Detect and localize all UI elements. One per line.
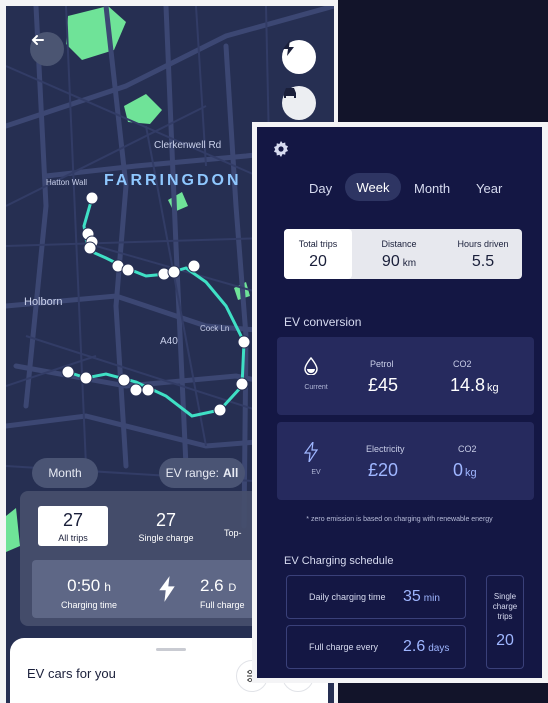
current-conversion-card: Current Petrol £45 CO2 14.8 kg	[277, 337, 534, 415]
ev-conversion-title: EV conversion	[284, 315, 362, 329]
street-label: Holborn	[24, 296, 63, 308]
charging-time-value: 0:50	[67, 576, 101, 595]
ev-co2-unit: kg	[465, 467, 477, 479]
full-charge-every-label: Full charge every	[309, 642, 379, 652]
daily-charging-value: 35	[403, 588, 421, 605]
tab-week[interactable]: Week	[345, 173, 401, 201]
ev-range-value: All	[223, 466, 239, 480]
distance-cell: Distance 90 km	[356, 229, 442, 279]
daily-charging-unit: min	[423, 593, 440, 604]
ev-range-pill[interactable]: EV range: All	[159, 458, 245, 488]
hours-value: 5.5	[471, 253, 495, 270]
gear-icon	[274, 141, 288, 157]
electricity-label: Electricity	[366, 444, 405, 454]
full-charge-unit: D	[228, 582, 237, 594]
daily-charging-box: Daily charging time 35 min	[286, 575, 466, 619]
street-label: Clerkenwell Rd	[154, 140, 222, 151]
bolt-icon	[158, 576, 176, 609]
all-trips-value: 27	[62, 510, 84, 530]
tab-day[interactable]: Day	[309, 181, 332, 196]
park-area	[6, 508, 20, 552]
current-co2-unit: kg	[487, 382, 499, 394]
all-trips-label: All trips	[58, 533, 88, 543]
charging-time: 0:50 h Charging time	[44, 576, 134, 610]
full-charge-label: Full charge	[200, 600, 245, 610]
ev-range-label: EV range:	[165, 466, 220, 480]
single-trips-value: 20	[496, 632, 514, 649]
current-tag: Current	[304, 384, 328, 391]
full-charge-value: 2.6	[200, 576, 224, 595]
fuel-drop-icon	[304, 357, 318, 375]
settings-button[interactable]	[273, 141, 289, 162]
street-label: A40	[160, 336, 178, 347]
single-charge-tab[interactable]: 27 Single charge	[116, 506, 216, 546]
tab-year[interactable]: Year	[476, 181, 502, 196]
park-area	[168, 192, 188, 212]
distance-value: 90	[381, 253, 400, 270]
current-co2-value: 14.8	[450, 375, 486, 395]
single-charge-value: 27	[155, 510, 177, 530]
total-trips-label: Total trips	[298, 239, 338, 249]
bolt-icon	[283, 40, 294, 56]
trip-summary: Total trips 20 Distance 90 km Hours drive…	[284, 229, 522, 279]
petrol-value: £45	[368, 375, 399, 395]
charging-filter-button[interactable]	[282, 40, 316, 74]
bolt-icon	[304, 442, 318, 462]
park-area	[66, 6, 126, 60]
emission-note: * zero emission is based on charging wit…	[306, 516, 493, 523]
petrol-label: Petrol	[370, 359, 394, 369]
charging-time-label: Charging time	[60, 600, 118, 610]
ev-co2-label: CO2	[458, 444, 477, 454]
hours-label: Hours driven	[457, 239, 509, 249]
district-label: FARRINGDON	[104, 172, 242, 189]
electricity-value: £20	[368, 460, 399, 480]
tab-month[interactable]: Month	[414, 181, 450, 196]
distance-unit: km	[402, 258, 417, 269]
full-charge-every-value: 2.6	[403, 638, 426, 655]
stats-content: Day Week Month Year Total trips 20 Dista…	[257, 127, 542, 678]
charging-time-unit: h	[104, 580, 111, 594]
sheet-title: EV cars for you	[27, 666, 116, 681]
full-charge-every-unit: days	[428, 643, 450, 654]
car-filter-button[interactable]	[282, 86, 316, 120]
month-filter-pill[interactable]: Month	[32, 458, 98, 488]
single-charge-trips-box: Single charge trips 20	[486, 575, 524, 669]
arrow-left-icon	[31, 35, 44, 45]
all-trips-tab[interactable]: 27 All trips	[38, 506, 108, 546]
ev-tag: EV	[311, 469, 321, 476]
car-icon	[284, 88, 296, 98]
street-label: Cock Ln	[200, 324, 230, 333]
distance-label: Distance	[381, 239, 417, 249]
back-button[interactable]	[30, 32, 64, 66]
ev-co2-value: 0	[453, 460, 464, 480]
total-trips-value: 20	[309, 253, 327, 270]
daily-charging-label: Daily charging time	[309, 592, 386, 602]
current-co2-label: CO2	[453, 359, 472, 369]
stats-screen: Day Week Month Year Total trips 20 Dista…	[252, 122, 548, 683]
full-charge-box: Full charge every 2.6 days	[286, 625, 466, 669]
sheet-drag-handle[interactable]	[156, 648, 186, 651]
single-trips-label: Single charge trips	[492, 592, 518, 621]
ev-conversion-card: EV Electricity £20 CO2 0 kg	[277, 422, 534, 500]
total-trips-cell: Total trips 20	[284, 229, 352, 279]
hours-cell: Hours driven 5.5	[444, 229, 522, 279]
single-charge-label: Single charge	[138, 533, 194, 543]
full-charge: 2.6 D Full charge	[200, 576, 260, 610]
street-label: Hatton Wall	[46, 178, 88, 187]
schedule-title: EV Charging schedule	[284, 555, 394, 567]
